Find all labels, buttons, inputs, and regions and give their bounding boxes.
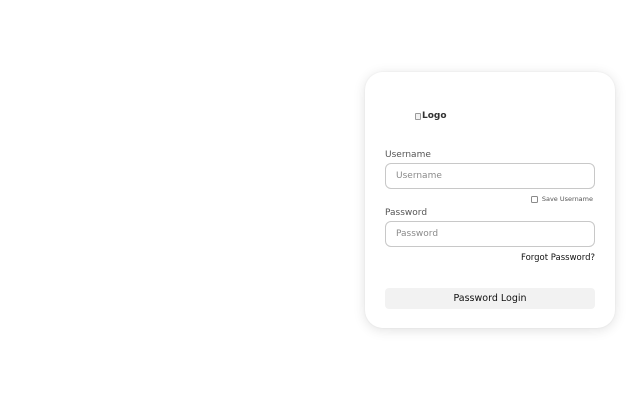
save-username-option[interactable]: Save Username [530, 195, 593, 203]
logo: Logo [415, 111, 447, 121]
logo-alt-text: Logo [422, 111, 447, 121]
username-label: Username [385, 150, 431, 160]
password-login-button[interactable]: Password Login [385, 288, 595, 309]
forgot-password-link[interactable]: Forgot Password? [521, 253, 595, 263]
password-label: Password [385, 208, 428, 218]
username-input[interactable] [385, 163, 595, 189]
save-username-checkbox[interactable] [530, 195, 538, 203]
login-page: Logo Username Save Username Password For… [0, 0, 640, 400]
save-username-label[interactable]: Save Username [542, 195, 593, 203]
broken-image-icon [415, 112, 421, 120]
password-input[interactable] [385, 221, 595, 247]
login-card: Logo Username Save Username Password For… [365, 72, 615, 328]
